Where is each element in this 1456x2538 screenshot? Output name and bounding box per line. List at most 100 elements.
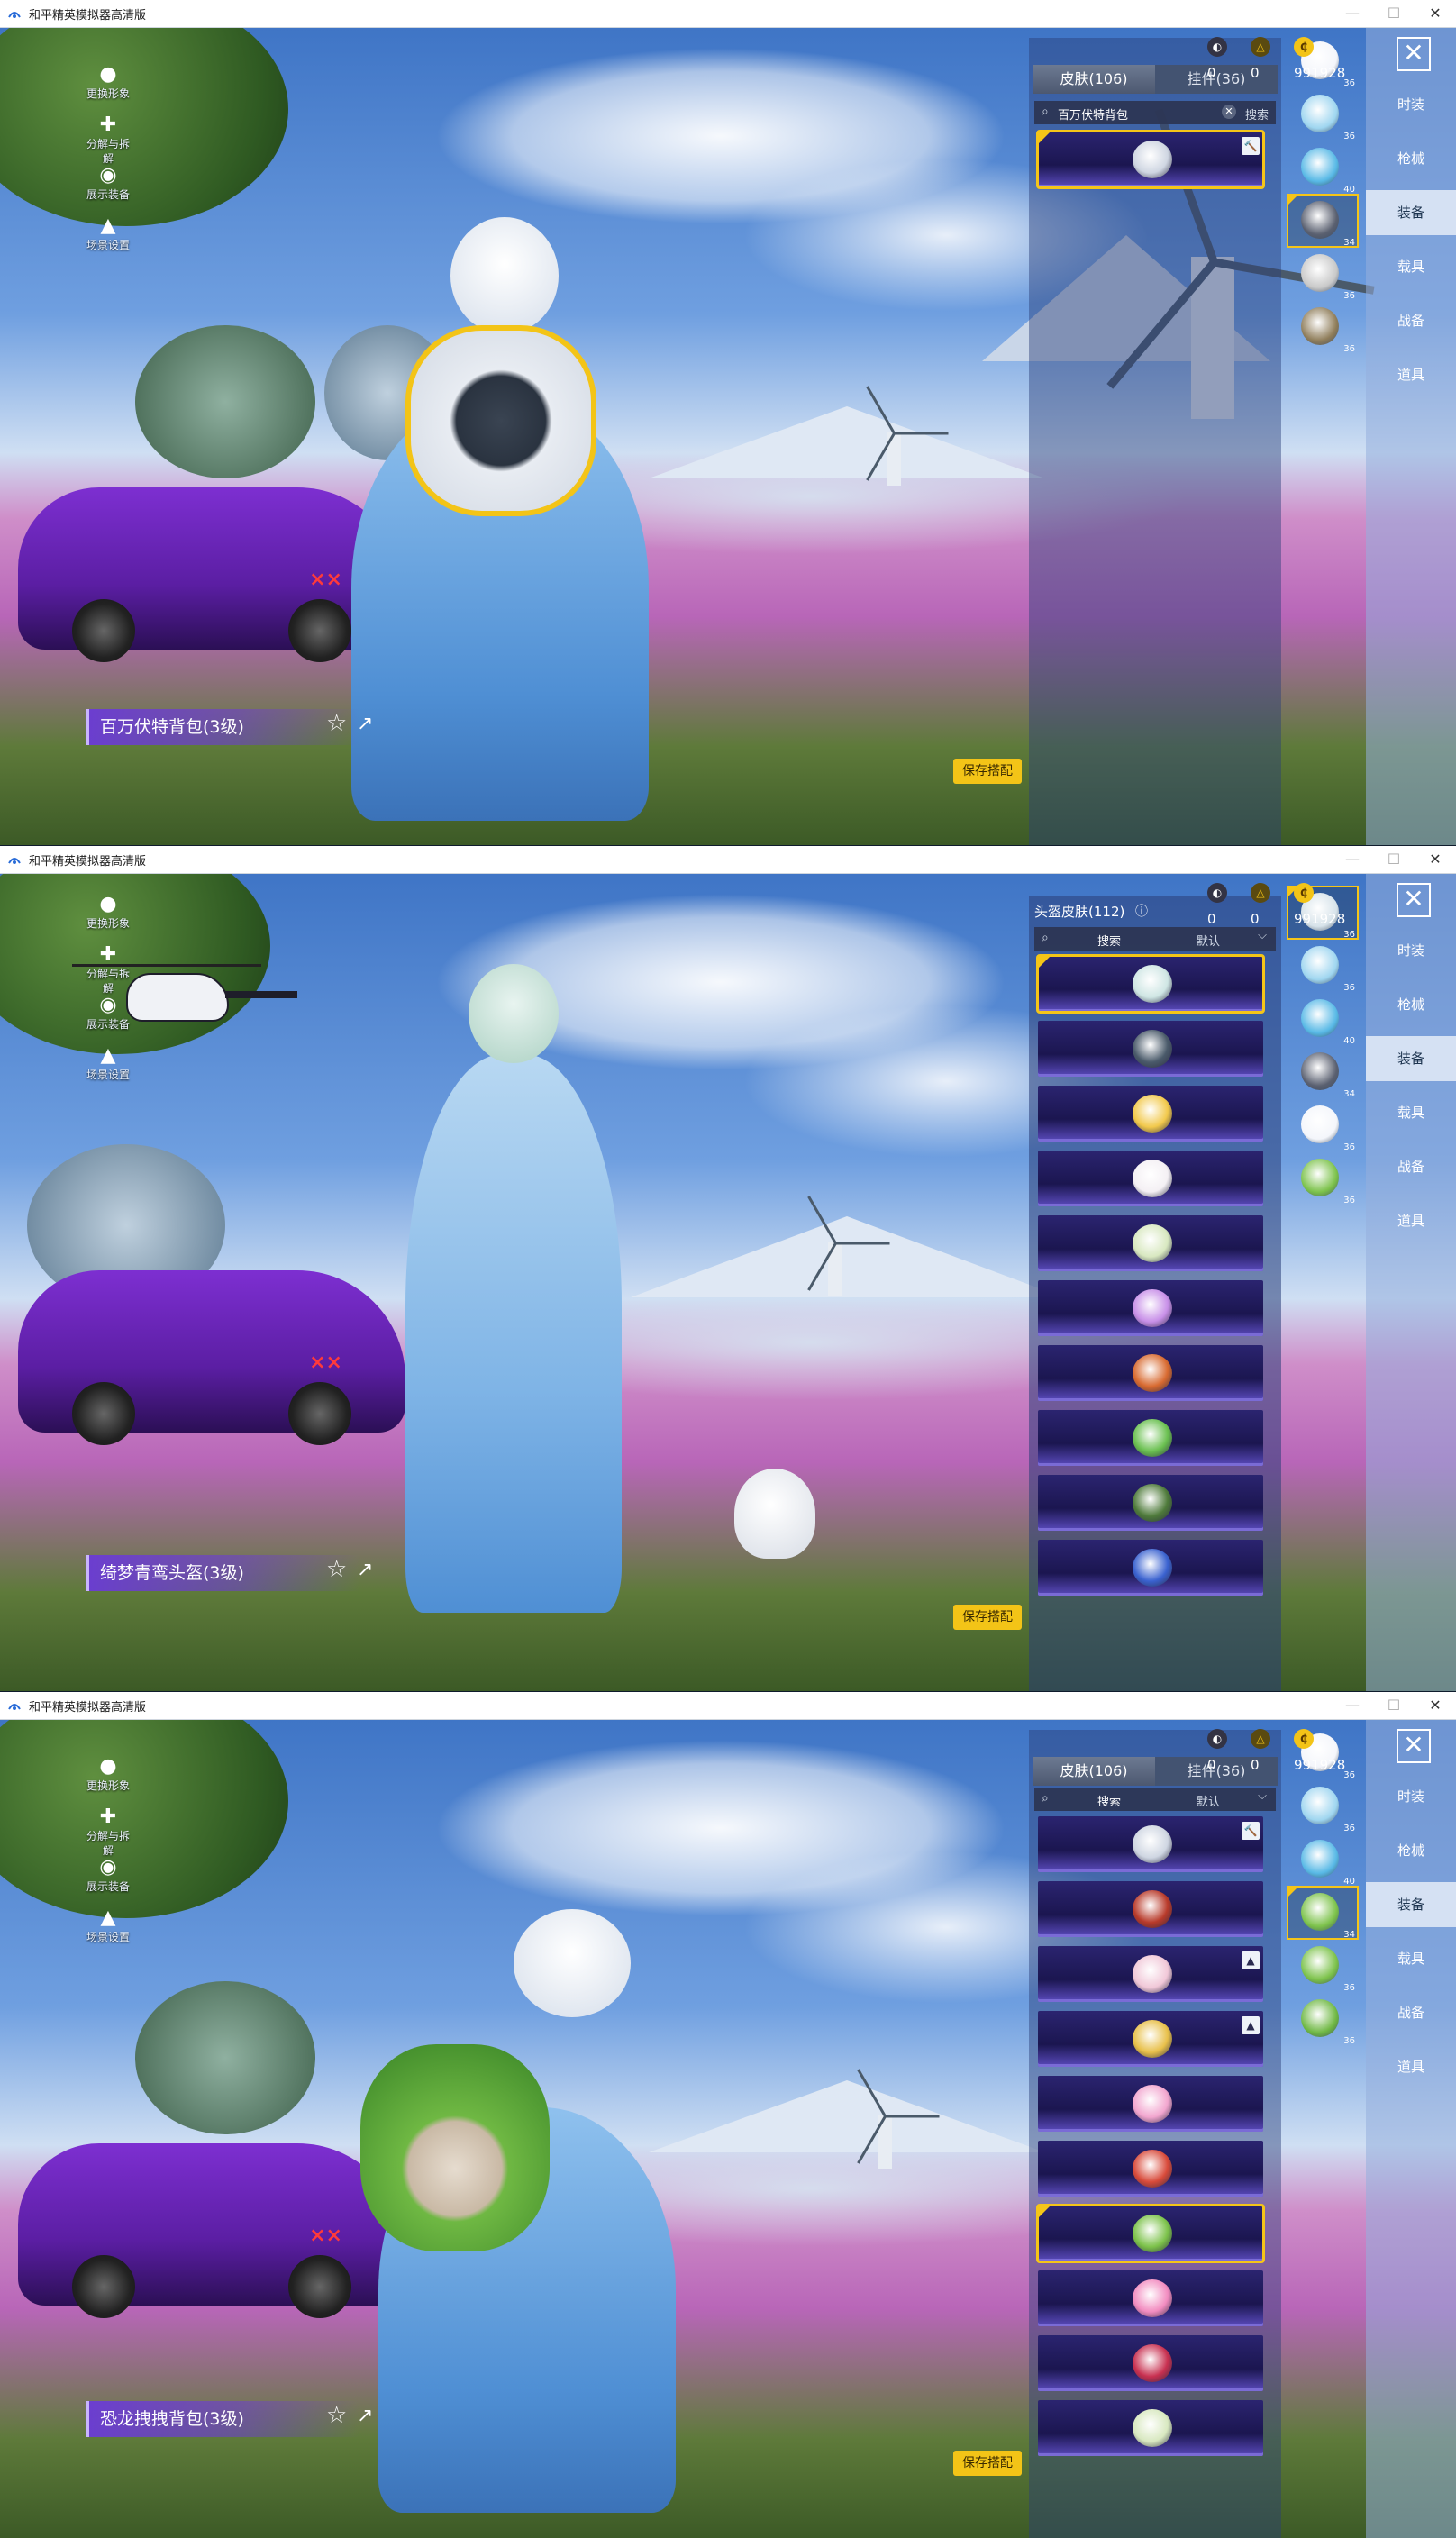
equipment-slot[interactable]: 40 bbox=[1288, 142, 1357, 195]
equipment-slot[interactable]: 40 bbox=[1288, 1834, 1357, 1887]
favorite-star-icon[interactable]: ☆ bbox=[326, 2402, 347, 2429]
category-vehicle[interactable]: 载具 bbox=[1366, 244, 1456, 289]
category-props[interactable]: 道具 bbox=[1366, 352, 1456, 397]
skin-item-card[interactable] bbox=[1038, 2141, 1263, 2197]
left-menu-item[interactable]: ◉ 展示装备 bbox=[83, 1856, 133, 1906]
category-fashion[interactable]: 时装 bbox=[1366, 1774, 1456, 1819]
category-equipment[interactable]: 装备 bbox=[1366, 190, 1456, 235]
left-menu-item[interactable]: ▲ 场景设置 bbox=[83, 1044, 133, 1095]
skin-item-card[interactable] bbox=[1038, 1345, 1263, 1401]
equipment-slot[interactable]: 36 bbox=[1288, 1994, 1357, 2046]
skin-item-card[interactable] bbox=[1038, 1540, 1263, 1596]
tab-skin[interactable]: 皮肤(106) bbox=[1033, 65, 1155, 94]
category-props[interactable]: 道具 bbox=[1366, 1198, 1456, 1243]
search-input[interactable]: 搜索 bbox=[1097, 1792, 1121, 1809]
category-weapons[interactable]: 枪械 bbox=[1366, 136, 1456, 181]
close-panel-button[interactable]: ✕ bbox=[1397, 37, 1431, 71]
sort-dropdown[interactable]: 默认 bbox=[1197, 929, 1270, 949]
skin-item-card[interactable]: 🔨 bbox=[1036, 130, 1265, 189]
skin-item-card[interactable] bbox=[1038, 2076, 1263, 2132]
left-menu-item[interactable]: ● 更换形象 bbox=[83, 893, 133, 943]
left-menu-item[interactable]: ◉ 展示装备 bbox=[83, 164, 133, 214]
window-close-button[interactable]: ✕ bbox=[1415, 1692, 1456, 1719]
share-icon[interactable]: ↗ bbox=[357, 2405, 373, 2427]
category-battle-prep[interactable]: 战备 bbox=[1366, 1990, 1456, 2035]
left-menu-item[interactable]: ✚ 分解与拆解 bbox=[83, 943, 133, 995]
skin-item-card[interactable] bbox=[1038, 1475, 1263, 1531]
skin-item-card[interactable] bbox=[1038, 1215, 1263, 1271]
share-icon[interactable]: ↗ bbox=[357, 713, 373, 735]
skin-item-card[interactable] bbox=[1038, 1410, 1263, 1466]
left-menu-item[interactable]: ● 更换形象 bbox=[83, 1755, 133, 1806]
category-vehicle[interactable]: 载具 bbox=[1366, 1936, 1456, 1981]
skin-item-card[interactable] bbox=[1038, 1151, 1263, 1206]
share-icon[interactable]: ↗ bbox=[357, 1559, 373, 1581]
search-bar[interactable]: ⌕ 搜索 默认 bbox=[1034, 927, 1276, 951]
category-fashion[interactable]: 时装 bbox=[1366, 928, 1456, 973]
category-vehicle[interactable]: 载具 bbox=[1366, 1090, 1456, 1135]
skin-item-card[interactable] bbox=[1038, 1280, 1263, 1336]
equipment-slot[interactable]: 36 bbox=[1288, 302, 1357, 354]
skin-item-card[interactable]: ▲ bbox=[1038, 2011, 1263, 2067]
tab-pendant[interactable]: 挂件(36) bbox=[1155, 65, 1278, 94]
equipment-slot[interactable]: 36 bbox=[1288, 1153, 1357, 1205]
left-menu-item[interactable]: ● 更换形象 bbox=[83, 63, 133, 114]
search-input[interactable]: 搜索 bbox=[1097, 932, 1121, 949]
skin-item-card[interactable] bbox=[1038, 2335, 1263, 2391]
equipment-slot[interactable]: 34 bbox=[1287, 194, 1359, 248]
left-menu-item[interactable]: ✚ 分解与拆解 bbox=[83, 114, 133, 165]
left-menu-item[interactable]: ◉ 展示装备 bbox=[83, 994, 133, 1044]
equipment-slot[interactable]: 40 bbox=[1288, 994, 1357, 1046]
window-close-button[interactable]: ✕ bbox=[1415, 0, 1456, 27]
close-panel-button[interactable]: ✕ bbox=[1397, 1729, 1431, 1763]
skin-item-card[interactable] bbox=[1038, 1021, 1263, 1077]
save-outfit-button[interactable]: 保存搭配 bbox=[953, 1605, 1022, 1630]
favorite-star-icon[interactable]: ☆ bbox=[326, 710, 347, 737]
category-fashion[interactable]: 时装 bbox=[1366, 82, 1456, 127]
maximize-button[interactable]: ☐ bbox=[1373, 0, 1415, 27]
category-weapons[interactable]: 枪械 bbox=[1366, 982, 1456, 1027]
minimize-button[interactable]: — bbox=[1332, 1692, 1373, 1719]
save-outfit-button[interactable]: 保存搭配 bbox=[953, 2451, 1022, 2476]
category-equipment[interactable]: 装备 bbox=[1366, 1882, 1456, 1927]
favorite-star-icon[interactable]: ☆ bbox=[326, 1556, 347, 1583]
search-button[interactable]: 搜索 bbox=[1245, 105, 1269, 123]
equipment-slot[interactable]: 34 bbox=[1288, 1047, 1357, 1099]
category-props[interactable]: 道具 bbox=[1366, 2044, 1456, 2089]
skin-item-card[interactable] bbox=[1036, 954, 1265, 1014]
skin-item-card[interactable] bbox=[1036, 2204, 1265, 2263]
maximize-button[interactable]: ☐ bbox=[1373, 846, 1415, 873]
equipment-slot[interactable]: 36 bbox=[1288, 89, 1357, 141]
skin-item-card[interactable]: 🔨 bbox=[1038, 1816, 1263, 1872]
equipment-slot[interactable]: 36 bbox=[1288, 1941, 1357, 1993]
equipment-slot[interactable]: 36 bbox=[1288, 249, 1357, 301]
left-menu-item[interactable]: ▲ 场景设置 bbox=[83, 1906, 133, 1957]
equipment-slot[interactable]: 36 bbox=[1288, 1100, 1357, 1152]
equipment-slot[interactable]: 36 bbox=[1288, 941, 1357, 993]
search-input[interactable]: 百万伏特背包 bbox=[1058, 105, 1128, 123]
help-icon[interactable]: ⓘ bbox=[1135, 902, 1148, 920]
left-menu-item[interactable]: ✚ 分解与拆解 bbox=[83, 1806, 133, 1857]
clear-search-icon[interactable]: ✕ bbox=[1222, 105, 1236, 119]
minimize-button[interactable]: — bbox=[1332, 0, 1373, 27]
minimize-button[interactable]: — bbox=[1332, 846, 1373, 873]
equipment-slot[interactable]: 36 bbox=[1288, 1781, 1357, 1833]
maximize-button[interactable]: ☐ bbox=[1373, 1692, 1415, 1719]
left-menu-item[interactable]: ▲ 场景设置 bbox=[83, 214, 133, 265]
save-outfit-button[interactable]: 保存搭配 bbox=[953, 759, 1022, 784]
skin-item-card[interactable] bbox=[1038, 1086, 1263, 1142]
window-close-button[interactable]: ✕ bbox=[1415, 846, 1456, 873]
category-equipment[interactable]: 装备 bbox=[1366, 1036, 1456, 1081]
search-bar[interactable]: ⌕ 搜索 默认 bbox=[1034, 1788, 1276, 1811]
category-battle-prep[interactable]: 战备 bbox=[1366, 298, 1456, 343]
sort-dropdown[interactable]: 默认 bbox=[1197, 1789, 1270, 1809]
skin-item-card[interactable] bbox=[1038, 2400, 1263, 2456]
tab-skin[interactable]: 皮肤(106) bbox=[1033, 1757, 1155, 1786]
category-weapons[interactable]: 枪械 bbox=[1366, 1828, 1456, 1873]
tab-pendant[interactable]: 挂件(36) bbox=[1155, 1757, 1278, 1786]
skin-item-card[interactable] bbox=[1038, 2270, 1263, 2326]
close-panel-button[interactable]: ✕ bbox=[1397, 883, 1431, 917]
category-battle-prep[interactable]: 战备 bbox=[1366, 1144, 1456, 1189]
search-bar[interactable]: ⌕ 百万伏特背包 ✕ 搜索 bbox=[1034, 101, 1276, 124]
equipment-slot[interactable]: 34 bbox=[1287, 1886, 1359, 1940]
